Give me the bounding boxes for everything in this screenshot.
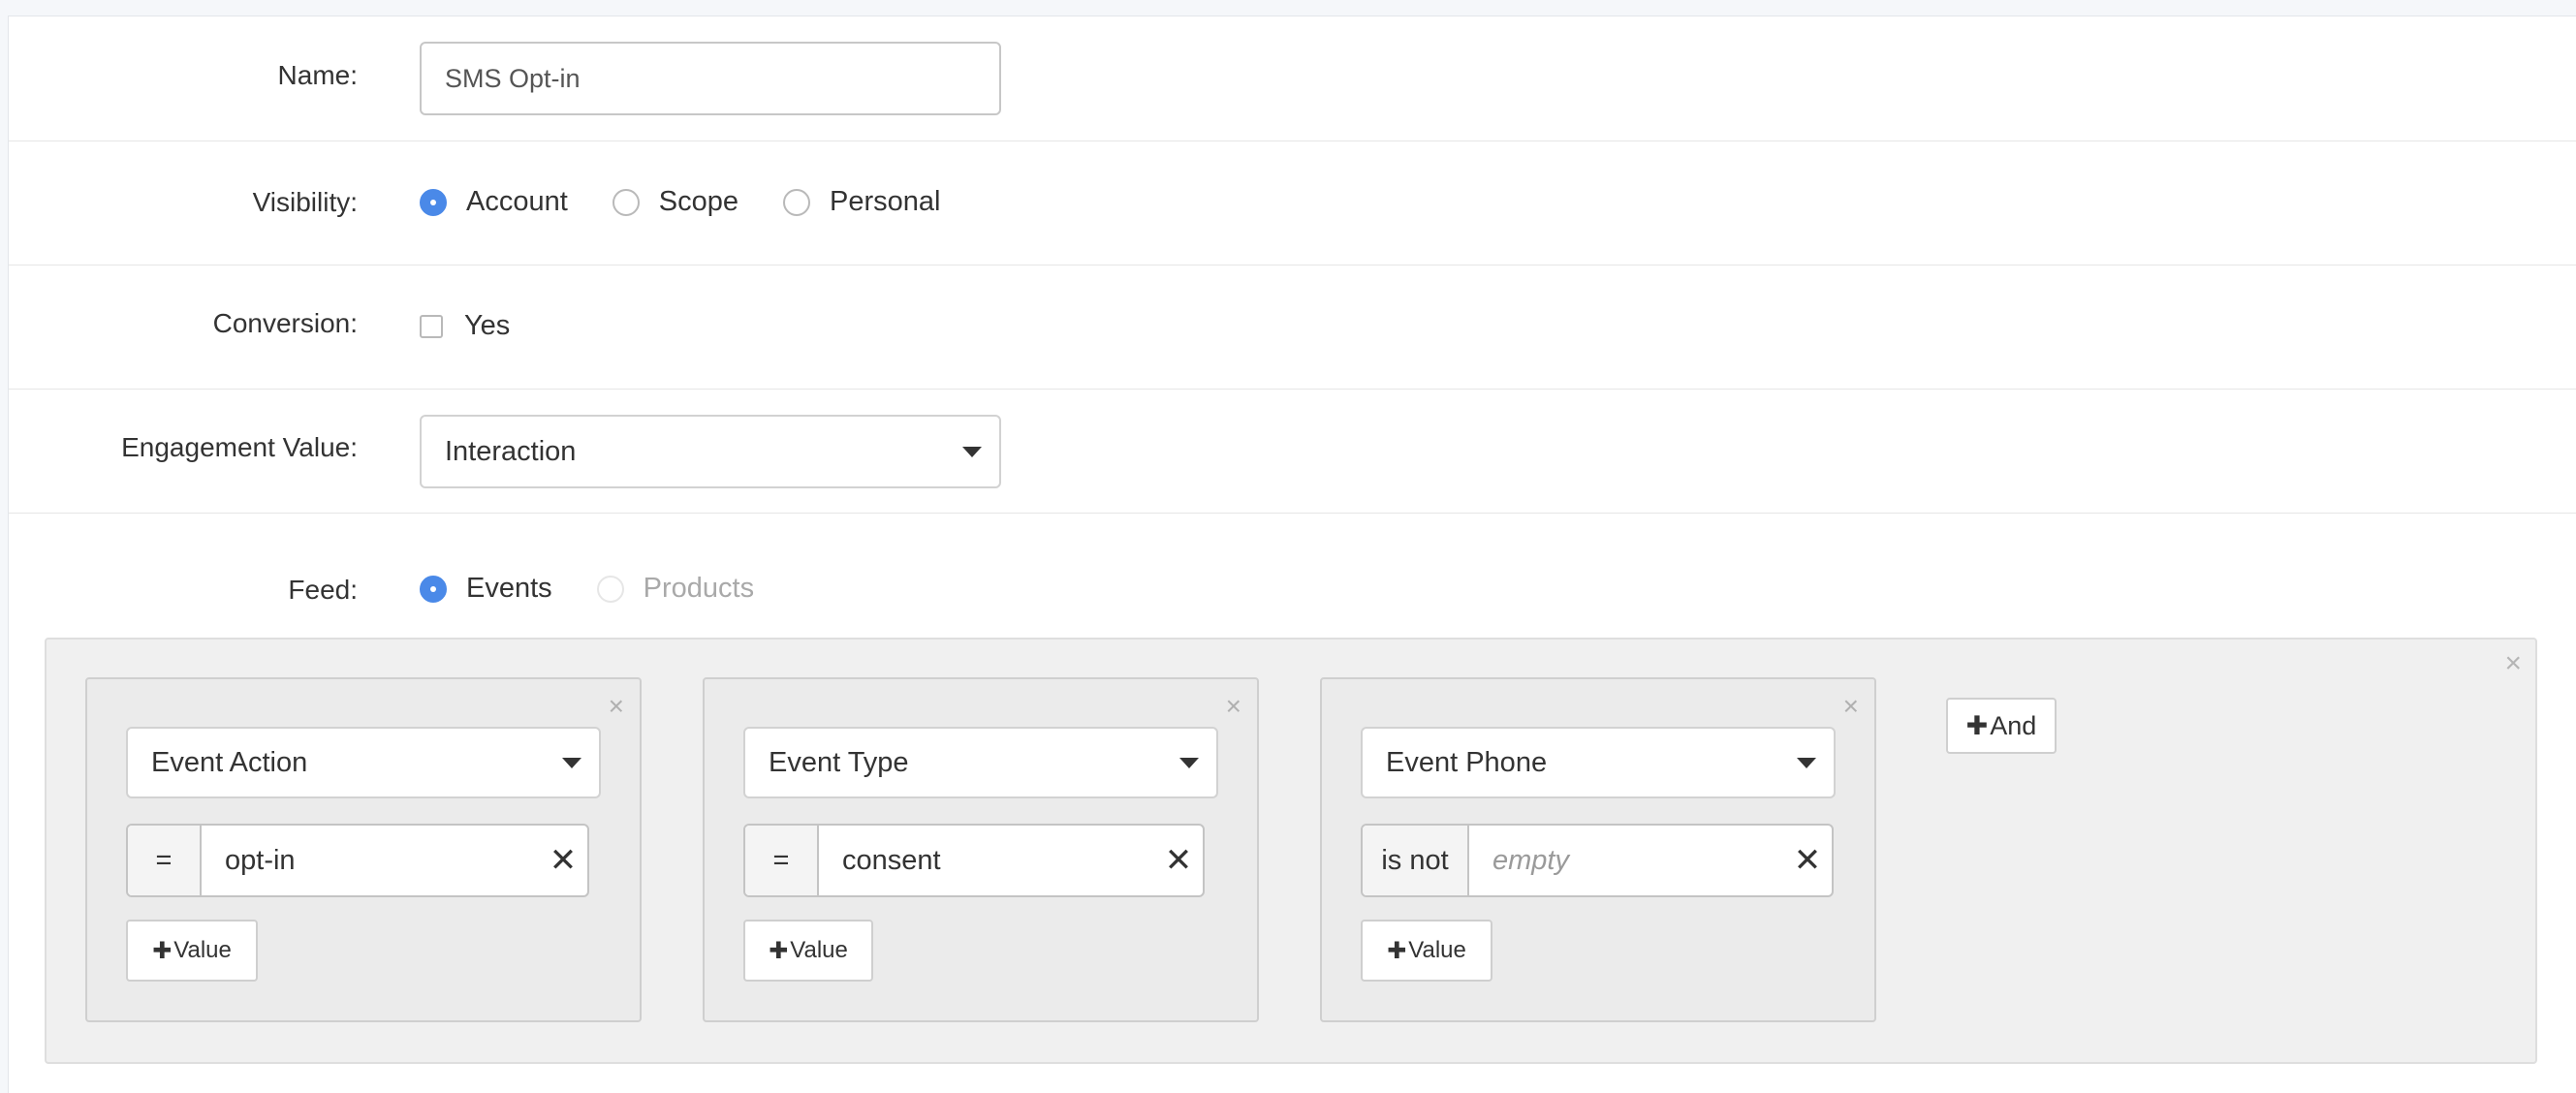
condition-field-select[interactable]: Event Phone [1361,727,1836,798]
condition-value-group: = consent ✕ [743,824,1205,897]
radio-unselected-icon[interactable] [783,188,811,216]
condition-card: × Event Phone is not empty ✕ ✚ Value [1320,677,1876,1022]
plus-icon: ✚ [152,937,173,964]
radio-unselected-icon[interactable] [612,188,640,216]
visibility-radio-group: Account Scope Personal [420,186,986,218]
condition-value-input[interactable]: opt-in [202,826,539,895]
close-icon[interactable]: × [1226,691,1241,722]
add-and-button[interactable]: ✚ And [1946,698,2057,754]
condition-card: × Event Action = opt-in ✕ ✚ Value [85,677,642,1022]
visibility-row: Visibility: Account Scope Personal [9,141,2576,265]
condition-value-input[interactable]: consent [819,826,1154,895]
clear-icon[interactable]: ✕ [1783,826,1832,895]
engagement-row: Engagement Value: Interaction [9,390,2576,514]
visibility-option-label: Scope [658,186,739,217]
clear-icon[interactable]: ✕ [539,826,587,895]
condition-field-value: Event Type [769,747,909,778]
visibility-label: Visibility: [252,187,358,217]
close-icon[interactable]: × [2504,647,2522,680]
plus-icon: ✚ [769,937,789,964]
radio-selected-icon[interactable] [420,575,447,603]
engagement-selected-value: Interaction [445,436,577,467]
segment-form: Name: SMS Opt-in Visibility: Account Sco… [8,16,2576,1093]
name-row: Name: SMS Opt-in [9,16,2576,141]
condition-operator-button[interactable]: = [745,826,819,895]
add-and-label: And [1990,710,2037,740]
visibility-option-label: Personal [830,186,941,217]
name-input[interactable]: SMS Opt-in [420,42,1001,115]
add-value-label: Value [173,937,232,963]
condition-field-select[interactable]: Event Action [126,727,601,798]
feed-option-products: Products [596,573,755,605]
add-value-button[interactable]: ✚ Value [1361,920,1492,982]
condition-value-group: is not empty ✕ [1361,824,1834,897]
plus-icon: ✚ [1387,937,1407,964]
conversion-label: Conversion: [212,308,358,338]
condition-card: × Event Type = consent ✕ ✚ Value [703,677,1259,1022]
caret-down-icon [1797,758,1816,768]
visibility-option-label: Account [466,186,568,217]
add-value-button[interactable]: ✚ Value [743,920,873,982]
feed-option-label: Events [466,573,552,604]
conversion-row: Conversion: Yes [9,265,2576,390]
caret-down-icon [562,758,581,768]
condition-field-select[interactable]: Event Type [743,727,1218,798]
feed-option-events[interactable]: Events [420,573,552,605]
feed-radio-group: Events Products [420,573,799,605]
visibility-option-personal[interactable]: Personal [783,186,941,218]
condition-field-value: Event Action [151,747,308,778]
add-value-button[interactable]: ✚ Value [126,920,258,982]
add-value-label: Value [1408,937,1466,963]
condition-value-input[interactable]: empty [1469,826,1783,895]
close-icon[interactable]: × [609,691,624,722]
conversion-checkbox[interactable]: Yes [420,310,510,342]
plus-icon: ✚ [1965,710,1989,740]
caret-down-icon [1179,758,1199,768]
caret-down-icon [962,447,982,457]
conversion-checkbox-label: Yes [464,310,511,341]
feed-row: Feed: Events Products [9,514,2576,638]
name-label: Name: [277,60,358,90]
radio-disabled-icon [596,575,624,603]
visibility-option-account[interactable]: Account [420,186,568,218]
clear-icon[interactable]: ✕ [1154,826,1203,895]
checkbox-icon[interactable] [420,314,443,338]
condition-operator-button[interactable]: is not [1363,826,1469,895]
add-value-label: Value [790,937,848,963]
condition-value-group: = opt-in ✕ [126,824,589,897]
feed-label: Feed: [288,575,358,605]
radio-selected-icon[interactable] [420,188,447,216]
engagement-select[interactable]: Interaction [420,415,1001,488]
close-icon[interactable]: × [1843,691,1859,722]
condition-builder: × × Event Action = opt-in ✕ ✚ Value × Ev… [45,638,2537,1064]
feed-option-label: Products [643,573,755,604]
visibility-option-scope[interactable]: Scope [612,186,739,218]
engagement-label: Engagement Value: [121,432,358,462]
condition-operator-button[interactable]: = [128,826,202,895]
condition-field-value: Event Phone [1386,747,1548,778]
